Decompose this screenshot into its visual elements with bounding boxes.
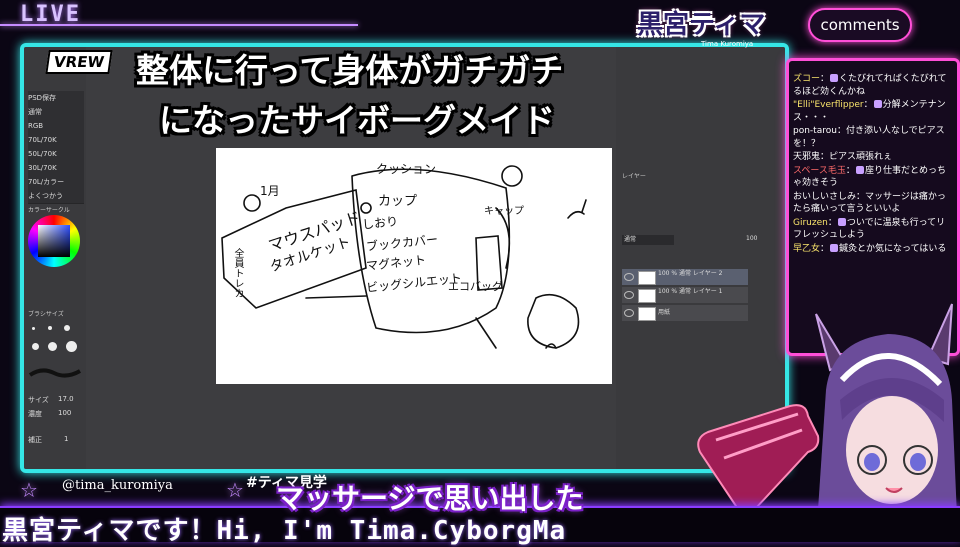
comment-item: ズコー： くたびれてればくたびれてるほど効くんかね (793, 74, 947, 97)
chainsaw-prop-illustration (697, 404, 820, 514)
emoji-icon (837, 217, 846, 226)
correction-value[interactable]: 1 (64, 435, 68, 443)
comment-item: pon-tarou：付き添い人なしでピアスを！？ (793, 126, 945, 149)
sketch-note: クッション (376, 162, 437, 176)
correction-label: 補正 (28, 436, 42, 444)
panel-row[interactable]: よくつかう (28, 189, 84, 204)
brush-size-option[interactable] (64, 325, 70, 331)
layer-thumbnail (638, 271, 656, 285)
star-icon: ☆ (226, 478, 244, 502)
brush-size-option[interactable] (48, 342, 57, 351)
layer-name: 100 % 通常 レイヤー 1 (658, 288, 723, 295)
comment-user: "Elli"Everflipper (793, 100, 864, 110)
sketch-note: 1月 (260, 184, 280, 198)
layer-row[interactable]: 100 % 通常 レイヤー 2 (622, 269, 748, 285)
brush-size-option[interactable] (48, 326, 52, 330)
panel-row[interactable]: PSD保存 (28, 91, 84, 106)
comment-user: 早乙女 (793, 243, 821, 254)
layer-name: 用紙 (658, 309, 671, 316)
opacity-label: 濃度 (28, 410, 42, 418)
emoji-icon (855, 165, 864, 174)
comment-user: pon-tarou (793, 126, 837, 136)
panel-row[interactable]: 70L/カラー (28, 175, 84, 190)
layer-row[interactable]: 100 % 通常 レイヤー 1 (622, 287, 748, 303)
vtuber-avatar (815, 303, 958, 540)
comment-user: スペース毛玉 (793, 165, 846, 176)
comment-user: おいしいさしみ (793, 191, 857, 202)
layer-opacity-value[interactable]: 100 (746, 235, 757, 242)
layer-thumbnail (638, 307, 656, 321)
eye-icon[interactable] (624, 273, 634, 281)
live-underline (0, 24, 358, 26)
comment-message: ピアス頑張れぇ (829, 152, 893, 162)
comment-item: Giruzen： ついでに温泉も行ってリフレッシュしよう (793, 217, 946, 240)
caption-line-1: 整体に行って身体がガチガチ (136, 51, 564, 90)
sketch-note: キャップ (484, 206, 524, 217)
comment-user: 天邪鬼 (793, 152, 821, 162)
comment-item: "Elli"Everflipper： 分解メンテナンス・・・ (793, 100, 946, 123)
panel-row[interactable]: 50L/70K (28, 147, 84, 162)
eye-icon[interactable] (624, 309, 634, 317)
color-picker-square[interactable] (38, 225, 70, 257)
sketch-note: エコバッグ (448, 280, 503, 293)
size-label: サイズ (28, 396, 49, 404)
sketch-note: カップ (378, 194, 418, 209)
star-icon: ☆ (20, 478, 38, 502)
brush-size-option[interactable] (66, 341, 77, 352)
layer-panel-header: レイヤー (622, 173, 646, 180)
panel-row[interactable]: 30L/70K (28, 161, 84, 176)
brush-stroke-preview (28, 368, 81, 378)
comment-item: 早乙女： 鍼灸とか気になってはいる (793, 243, 947, 254)
comment-user: ズコー (793, 74, 821, 84)
brush-section-label: ブラシサイズ (28, 311, 64, 318)
opacity-value[interactable]: 100 (58, 409, 71, 417)
emoji-icon (830, 74, 839, 82)
size-value[interactable]: 17.0 (58, 395, 74, 403)
comment-user: Giruzen (793, 217, 828, 228)
vrew-badge: VREW (45, 50, 113, 74)
emoji-icon (873, 100, 882, 108)
panel-row[interactable]: RGB (28, 119, 84, 134)
layer-thumbnail (638, 289, 656, 303)
social-handle: @tima_kuromiya (62, 478, 173, 493)
panel-row[interactable]: 通常 (28, 105, 84, 120)
comment-item: スペース毛玉： 座り仕事だとめっちゃ効きそう (793, 165, 946, 188)
brush-size-option[interactable] (32, 343, 39, 350)
comment-item: 天邪鬼：ピアス頑張れぇ (793, 152, 893, 162)
layer-row[interactable]: 用紙 (622, 305, 748, 321)
channel-logo: 黒宮ティマ (637, 10, 766, 40)
tool-property-panel: PSD保存 通常 RGB 70L/70K 50L/70K 30L/70K 70L… (24, 47, 87, 469)
caption-line-2: になったサイボーグメイド (159, 101, 555, 140)
layer-name: 100 % 通常 レイヤー 2 (658, 270, 723, 277)
sketch-canvas[interactable]: 1月 マウスパッド タオルケット クッション カップ しおり ブックカバー マグ… (216, 148, 612, 384)
channel-logo-subtext: Tima Kuromiya (701, 40, 754, 48)
panel-row[interactable]: 70L/70K (28, 133, 84, 148)
sketch-note: 全員トレカ (232, 248, 243, 298)
comment-item: おいしいさしみ：マッサージは痛かったら痛いって言うといいよ (793, 191, 946, 215)
brush-size-option[interactable] (32, 327, 35, 330)
color-section-label: カラーサークル (28, 207, 70, 214)
emoji-icon (830, 243, 839, 252)
caption-bottom: マッサージで思い出した (276, 482, 584, 515)
blend-mode-select[interactable]: 通常 (622, 235, 674, 245)
eye-icon[interactable] (624, 291, 634, 299)
comments-header: comments (808, 8, 912, 42)
comment-list: ズコー： くたびれてればくたびれてるほど効くんかね "Elli"Everflipp… (793, 73, 953, 256)
comment-message: 鍼灸とか気になってはいる (839, 243, 947, 254)
